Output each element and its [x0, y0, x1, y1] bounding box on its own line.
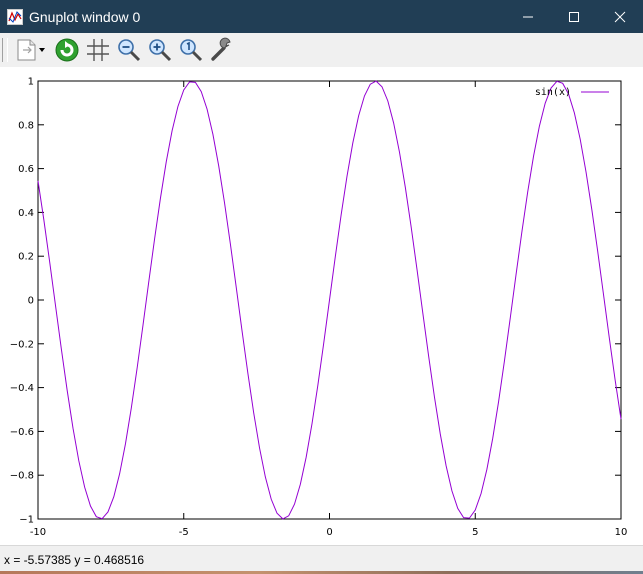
y-tick-label: 0	[28, 296, 34, 307]
replot-button[interactable]	[53, 36, 81, 64]
window-title: Gnuplot window 0	[29, 8, 141, 25]
maximize-button[interactable]	[551, 0, 597, 33]
y-tick-label: −0.8	[10, 471, 34, 482]
y-axis-ticks: −1 −0.8 −0.6 −0.4 −0.2 0 0.2 0.4 0.6 0.8 1	[10, 77, 621, 526]
zoom-out-icon	[118, 39, 141, 62]
close-button[interactable]	[597, 0, 643, 33]
x-tick-label: 10	[615, 527, 628, 538]
x-tick-label: 5	[472, 527, 478, 538]
y-tick-label: 1	[28, 77, 34, 88]
grid-button[interactable]	[84, 36, 112, 64]
zoom-out-button[interactable]	[115, 36, 143, 64]
legend-label: sin(x)	[535, 87, 571, 98]
cursor-coordinates: x = -5.57385 y = 0.468516	[4, 553, 145, 567]
gnuplot-app-icon	[7, 8, 23, 25]
close-icon	[614, 11, 626, 22]
x-tick-label: -5	[179, 527, 189, 538]
y-tick-label: 0.8	[18, 120, 34, 131]
copy-to-clipboard-icon	[17, 39, 45, 61]
options-button[interactable]	[208, 36, 236, 64]
toolbar	[0, 33, 643, 67]
gnuplot-window: Gnuplot window 0 −1 −0.8 −0.6 −0.4 −0.2 …	[0, 0, 643, 574]
x-tick-label: 0	[326, 527, 332, 538]
zoom-in-icon	[149, 39, 172, 62]
maximize-icon	[569, 11, 579, 22]
status-bar: x = -5.57385 y = 0.468516	[0, 545, 643, 574]
minimize-button[interactable]	[505, 0, 551, 33]
y-tick-label: −0.6	[10, 427, 34, 438]
y-tick-label: 0.2	[18, 252, 34, 263]
y-tick-label: −0.2	[10, 339, 34, 350]
title-bar[interactable]: Gnuplot window 0	[0, 0, 643, 33]
y-tick-label: −0.4	[10, 383, 34, 394]
copy-to-clipboard-button[interactable]	[12, 36, 50, 64]
zoom-reset-icon	[180, 39, 203, 62]
minimize-icon	[523, 16, 533, 17]
zoom-reset-button[interactable]	[177, 36, 205, 64]
toolbar-grip[interactable]	[2, 38, 8, 62]
y-tick-label: −1	[19, 515, 34, 526]
window-controls	[505, 0, 643, 33]
sine-plot: −1 −0.8 −0.6 −0.4 −0.2 0 0.2 0.4 0.6 0.8 1 -10 -5 0 5…	[10, 77, 628, 539]
series-line-sin-x	[37, 80, 622, 520]
plot-canvas[interactable]: −1 −0.8 −0.6 −0.4 −0.2 0 0.2 0.4 0.6 0.8 1 -10 -5 0 5…	[0, 67, 643, 545]
grid-icon	[87, 39, 109, 61]
y-tick-label: 0.4	[18, 208, 34, 219]
options-wrench-icon	[211, 37, 231, 61]
replot-icon	[55, 38, 79, 62]
zoom-in-button[interactable]	[146, 36, 174, 64]
y-tick-label: 0.6	[18, 164, 34, 175]
x-tick-label: -10	[30, 527, 46, 538]
